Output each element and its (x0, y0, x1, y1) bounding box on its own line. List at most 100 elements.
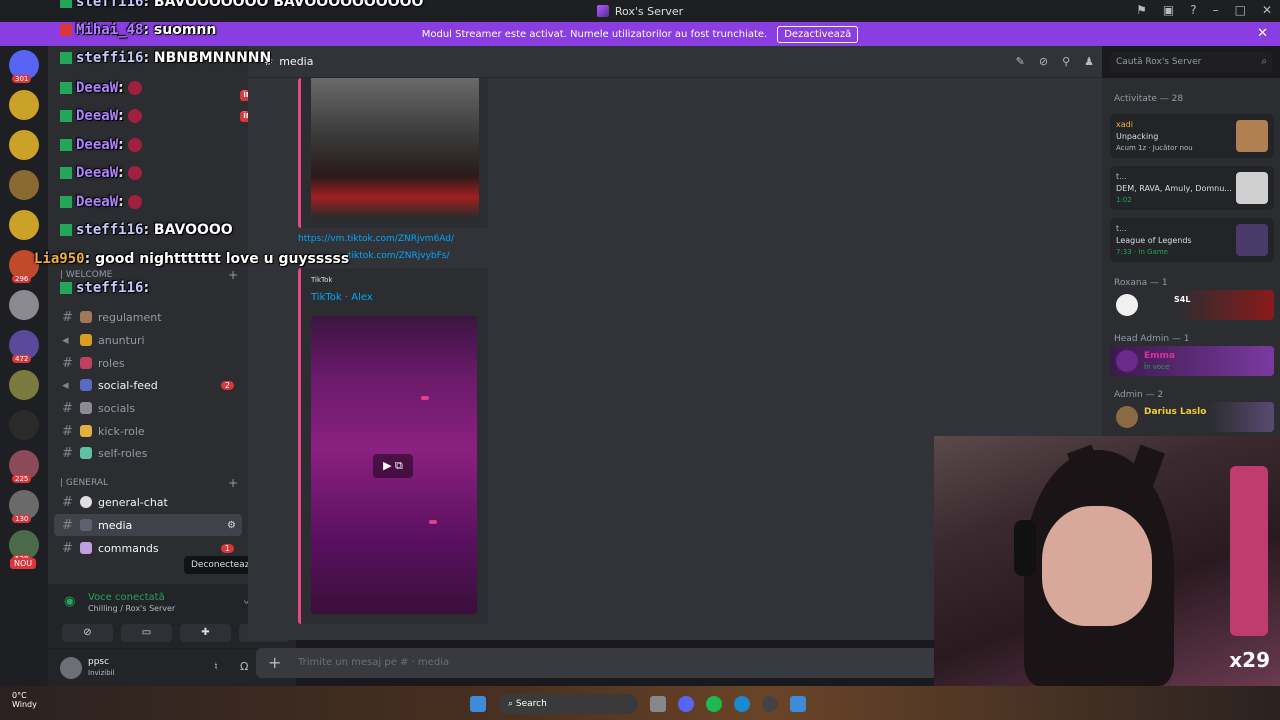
microphone-icon[interactable]: ♮ (214, 660, 218, 673)
server-icon[interactable] (9, 370, 39, 400)
window-title: Rox's Server (596, 5, 683, 18)
server-icon[interactable]: 472 (9, 330, 39, 363)
headphones-image (1014, 520, 1036, 576)
embed-provider: TikTok (311, 276, 333, 284)
megaphone-icon: ◂ (62, 377, 69, 393)
server-icon[interactable] (9, 90, 39, 120)
channel-label: commands (98, 541, 159, 555)
username[interactable]: ppsc (88, 657, 109, 667)
server-logo-icon (596, 5, 609, 17)
channel-label: general-chat (98, 495, 168, 509)
server-icon[interactable] (9, 410, 39, 440)
message-placeholder: Trimite un mesaj pe # · media (298, 657, 450, 668)
channel-title: media (279, 55, 314, 68)
activity-card[interactable]: t... League of Legends 7:33 · In Game (1110, 218, 1274, 262)
avatar[interactable] (60, 657, 82, 679)
inbox-icon[interactable]: ⚑ (1136, 3, 1147, 17)
server-icon[interactable] (9, 170, 39, 200)
member-row[interactable]: Darius Laslo (1110, 402, 1274, 432)
activity-card[interactable]: t... DEM, RAVA, Amuly, Domnu... 1:02 (1110, 166, 1274, 210)
add-attachment-icon[interactable]: + (268, 648, 281, 678)
camera-button[interactable]: ⊘ (62, 624, 113, 642)
members-icon[interactable]: ♟ (1084, 55, 1094, 68)
server-icon[interactable]: 130 (9, 490, 39, 523)
category-general[interactable]: | GENERAL (60, 478, 108, 488)
close-banner-icon[interactable]: ✕ (1257, 26, 1268, 41)
unread-count: 1 (220, 543, 234, 553)
unread-count: 2 (220, 380, 234, 390)
channel-kick-role[interactable]: # kick-role (54, 420, 242, 442)
server-icon[interactable]: 528 (9, 530, 39, 563)
server-badge: 301 (12, 75, 32, 83)
edge-icon[interactable] (734, 696, 750, 712)
channel-anunturi[interactable]: ◂ anunturi (54, 329, 242, 351)
hash-icon: # (264, 55, 274, 68)
play-icon[interactable]: ▶ ⧉ (373, 454, 413, 478)
channel-media[interactable]: # media ⚙ (54, 514, 242, 536)
close-window-button[interactable]: ✕ (1262, 3, 1272, 17)
add-channel-icon[interactable]: + (228, 268, 238, 282)
activity-game: DEM, RAVA, Amuly, Domnu... (1116, 184, 1232, 193)
invite-settings-icon[interactable]: ⚙ (227, 520, 236, 531)
disable-streamer-button[interactable]: Dezactivează (777, 25, 859, 43)
channel-label: media (98, 518, 133, 532)
channel-self-roles[interactable]: # self-roles (54, 442, 242, 464)
hash-icon: # (62, 540, 73, 556)
channel-roles[interactable]: # roles (54, 352, 242, 374)
channel-general-chat[interactable]: # general-chat (54, 491, 242, 513)
microphone-image (1230, 466, 1268, 636)
member-name: Darius Laslo (1144, 407, 1207, 417)
server-icon[interactable]: 296 (9, 250, 39, 283)
weather-condition: Windy (12, 700, 37, 709)
add-channel-icon[interactable]: + (228, 476, 238, 490)
category-welcome[interactable]: | WELCOME (60, 270, 112, 280)
screen-share-button[interactable]: ▭ (121, 624, 172, 642)
activity-user: xadi (1116, 120, 1133, 129)
spotify-icon[interactable] (706, 696, 722, 712)
server-icon[interactable] (9, 290, 39, 320)
headphones-icon[interactable]: Ω (240, 660, 248, 673)
tiktok-embed: TikTok TikTok · Alex ▶ ⧉ (298, 268, 488, 624)
video-thumbnail[interactable]: ▶ ⧉ (311, 316, 477, 614)
channel-social-feed[interactable]: ◂ social-feed 2 (54, 374, 242, 396)
member-row[interactable]: S4L (1110, 290, 1274, 320)
server-icon[interactable]: 225 (9, 450, 39, 483)
help-icon[interactable]: ? (1190, 3, 1196, 17)
role-header: Head Admin — 1 (1114, 334, 1190, 344)
search-input[interactable]: Caută Rox's Server ⌕ (1110, 52, 1272, 72)
voice-location[interactable]: Chilling / Rox's Server (88, 604, 175, 613)
threads-icon[interactable]: ✎ (1016, 55, 1025, 68)
watermark: x29 (1229, 648, 1270, 672)
server-icon[interactable] (9, 130, 39, 160)
channel-socials[interactable]: # socials (54, 397, 242, 419)
activity-header[interactable]: Activitate — 28 (1114, 94, 1183, 104)
pin-icon[interactable]: ⚲ (1062, 55, 1070, 68)
member-name: Emma (1144, 351, 1175, 361)
steam-icon[interactable] (762, 696, 778, 712)
voice-status[interactable]: Voce conectată (88, 592, 165, 603)
server-icon[interactable]: 301 (9, 50, 39, 83)
activity-card[interactable]: xadi Unpacking Acum 1z · Jucător nou (1110, 114, 1274, 158)
message-link[interactable]: https://vm.tiktok.com/ZNRjvm6Ad/ (298, 234, 454, 244)
attached-image[interactable] (311, 78, 479, 218)
start-icon[interactable] (470, 696, 486, 712)
app-icon[interactable] (790, 696, 806, 712)
discord-icon[interactable] (678, 696, 694, 712)
member-row[interactable]: Emma În voce (1110, 346, 1274, 376)
taskbar-search[interactable]: ⌕ Search (498, 694, 638, 714)
image-embed[interactable] (298, 78, 488, 228)
weather-widget[interactable]: 0°C Windy (12, 691, 37, 709)
monitor-icon[interactable]: ▣ (1163, 3, 1174, 17)
channel-regulament[interactable]: # regulament (54, 306, 242, 328)
embed-title[interactable]: TikTok · Alex (311, 292, 373, 303)
server-icon[interactable] (9, 210, 39, 240)
notifications-icon[interactable]: ⊘ (1039, 55, 1048, 68)
hash-icon: # (62, 355, 73, 371)
minimize-button[interactable]: – (1213, 3, 1219, 17)
files-icon[interactable] (650, 696, 666, 712)
activities-button[interactable]: ✚ (180, 624, 231, 642)
avatar (1116, 294, 1138, 316)
hash-icon: # (62, 445, 73, 461)
maximize-button[interactable]: □ (1235, 3, 1246, 17)
message-link[interactable]: tiktok.com/ZNRjvybFs/ (348, 251, 450, 261)
